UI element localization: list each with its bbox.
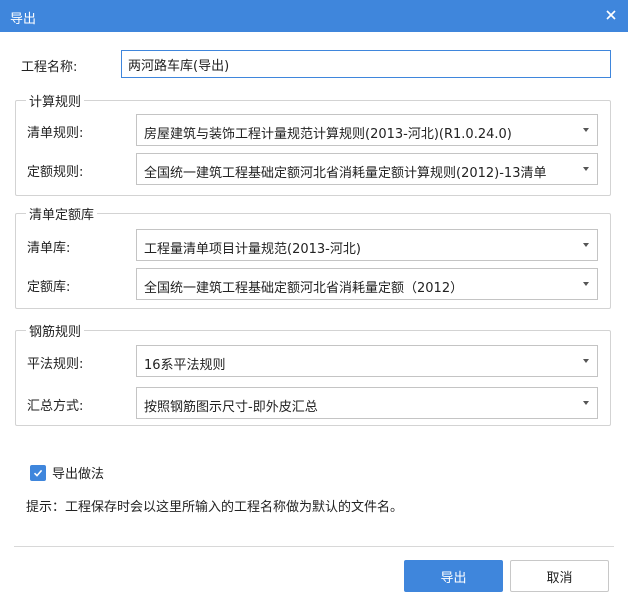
bill-rule-value: 房屋建筑与装饰工程计量规范计算规则(2013-河北)(R1.0.24.0) [144,127,512,142]
summary-method-value: 按照钢筋图示尺寸-即外皮汇总 [144,400,318,415]
flat-rule-value: 16系平法规则 [144,358,226,373]
quota-rule-row: 定额规则: 全国统一建筑工程基础定额河北省消耗量定额计算规则(2012)-13清… [16,153,610,185]
bill-rule-row: 清单规则: 房屋建筑与装饰工程计量规范计算规则(2013-河北)(R1.0.24… [16,114,610,146]
cancel-button[interactable]: 取消 [510,560,609,592]
export-method-checkbox[interactable]: 导出做法 [30,463,104,482]
calc-rules-group: 计算规则 清单规则: 房屋建筑与装饰工程计量规范计算规则(2013-河北)(R1… [15,91,611,196]
chevron-down-icon [583,401,589,405]
project-name-row: 工程名称: [21,50,611,78]
bill-lib-label: 清单库: [27,241,71,256]
chevron-down-icon [583,282,589,286]
flat-rule-select[interactable]: 16系平法规则 [136,345,598,377]
quota-lib-row: 定额库: 全国统一建筑工程基础定额河北省消耗量定额（2012） [16,268,610,300]
calc-rules-legend: 计算规则 [26,91,85,110]
chevron-down-icon [583,167,589,171]
divider [14,546,614,547]
chevron-down-icon [583,359,589,363]
libraries-legend: 清单定额库 [26,204,98,223]
chevron-down-icon [583,128,589,132]
quota-rule-label: 定额规则: [27,165,84,180]
bill-lib-value: 工程量清单项目计量规范(2013-河北) [144,242,361,257]
libraries-group: 清单定额库 清单库: 工程量清单项目计量规范(2013-河北) 定额库: 全国统… [15,204,611,309]
close-icon[interactable] [600,4,622,26]
quota-lib-value: 全国统一建筑工程基础定额河北省消耗量定额（2012） [144,281,464,296]
rebar-rules-legend: 钢筋规则 [26,321,85,340]
project-name-input[interactable] [121,50,611,78]
window-title: 导出 [10,12,37,27]
bill-rule-label: 清单规则: [27,126,84,141]
flat-rule-label: 平法规则: [27,357,84,372]
summary-method-label: 汇总方式: [27,399,84,414]
hint-text: 提示：工程保存时会以这里所输入的工程名称做为默认的文件名。 [26,500,404,515]
flat-rule-row: 平法规则: 16系平法规则 [16,345,610,377]
quota-lib-label: 定额库: [27,280,71,295]
summary-method-select[interactable]: 按照钢筋图示尺寸-即外皮汇总 [136,387,598,419]
checkmark-icon [30,464,46,481]
quota-lib-select[interactable]: 全国统一建筑工程基础定额河北省消耗量定额（2012） [136,268,598,300]
title-bar: 导出 [0,0,628,32]
bill-lib-select[interactable]: 工程量清单项目计量规范(2013-河北) [136,229,598,261]
quota-rule-select[interactable]: 全国统一建筑工程基础定额河北省消耗量定额计算规则(2012)-13清单 [136,153,598,185]
export-method-label: 导出做法 [52,467,105,482]
bill-lib-row: 清单库: 工程量清单项目计量规范(2013-河北) [16,229,610,261]
chevron-down-icon [583,243,589,247]
project-name-label: 工程名称: [21,60,78,75]
bill-rule-select[interactable]: 房屋建筑与装饰工程计量规范计算规则(2013-河北)(R1.0.24.0) [136,114,598,146]
rebar-rules-group: 钢筋规则 平法规则: 16系平法规则 汇总方式: 按照钢筋图示尺寸-即外皮汇总 [15,321,611,426]
summary-method-row: 汇总方式: 按照钢筋图示尺寸-即外皮汇总 [16,387,610,419]
quota-rule-value: 全国统一建筑工程基础定额河北省消耗量定额计算规则(2012)-13清单 [144,166,547,181]
export-button[interactable]: 导出 [404,560,503,592]
